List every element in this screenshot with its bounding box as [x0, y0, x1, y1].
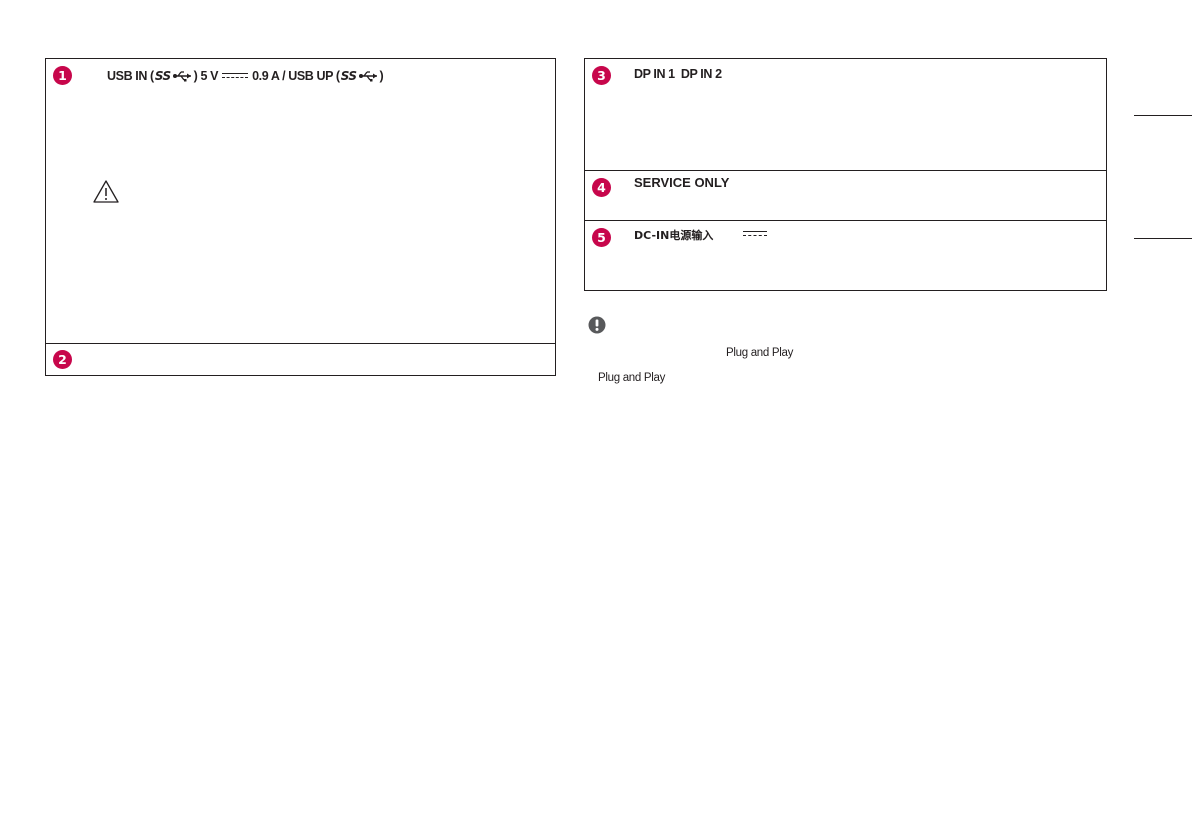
superspeed-logo-text: SS	[340, 68, 357, 83]
service-only-label: SERVICE ONLY	[634, 175, 730, 190]
voltage-text: ) 5 V	[193, 68, 219, 83]
plug-and-play-text: Plug and Play	[598, 372, 666, 384]
usb-in-text: USB IN (	[107, 68, 154, 83]
dc-symbol-icon	[222, 72, 249, 80]
item-number-badge: 1	[53, 66, 72, 85]
current-text: 0.9 A / USB UP (	[252, 68, 340, 83]
item-service-row: 4 SERVICE ONLY	[585, 170, 1106, 221]
item-number-badge: 3	[592, 66, 611, 85]
usb-label: USB IN ( SS ) 5 V 0.9 A / USB UP ( SS)	[107, 66, 384, 85]
margin-divider	[1134, 238, 1192, 239]
item-number-badge: 4	[592, 178, 611, 197]
usb-icon	[172, 70, 191, 81]
item-usb-row: 1 USB IN ( SS ) 5 V 0.9 A / USB UP ( SS	[46, 59, 555, 343]
dc-in-label: DC-IN电源输入	[634, 229, 714, 242]
dp-in-label: DP IN 1 DP IN 2	[634, 67, 722, 81]
dc-symbol-icon	[743, 230, 767, 238]
plug-and-play-text: Plug and Play	[726, 347, 794, 359]
item-2-row: 2	[46, 343, 555, 375]
note-exclamation-icon	[588, 316, 606, 334]
left-connector-panel: 1 USB IN ( SS ) 5 V 0.9 A / USB UP ( SS	[45, 58, 556, 376]
right-connector-panel: 3 DP IN 1 DP IN 2 4 SERVICE ONLY 5 DC-IN…	[584, 58, 1107, 291]
margin-divider	[1134, 115, 1192, 116]
item-dp-row: 3 DP IN 1 DP IN 2	[585, 59, 1106, 170]
caution-triangle-icon	[93, 180, 119, 203]
item-dc-in-row: 5 DC-IN电源输入	[585, 220, 1106, 290]
superspeed-logo-text: SS	[154, 68, 171, 83]
item-number-badge: 2	[53, 350, 72, 369]
item-number-badge: 5	[592, 228, 611, 247]
usb-icon	[358, 70, 377, 81]
usb-up-close-text: )	[379, 68, 384, 83]
